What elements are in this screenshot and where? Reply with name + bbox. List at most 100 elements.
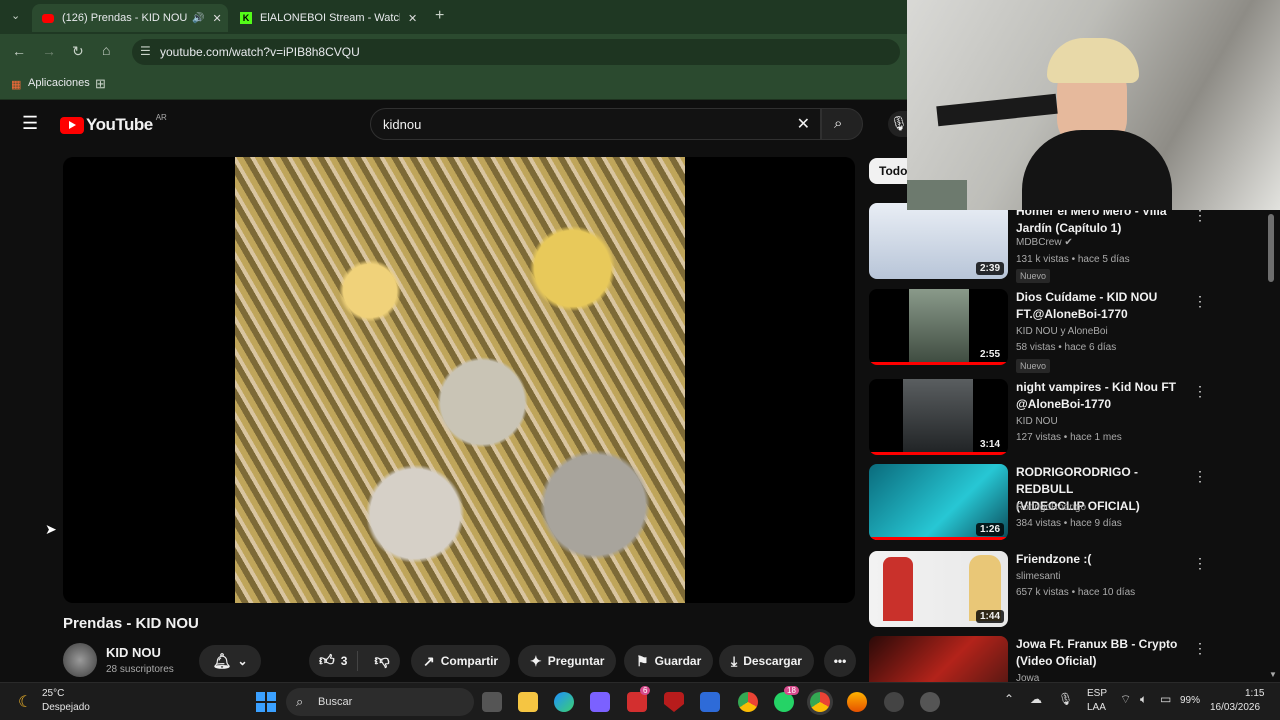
channel-name[interactable]: KID NOU bbox=[106, 645, 161, 660]
sparkle-icon: ✦ bbox=[530, 652, 542, 669]
video-meta: 384 vistas • hace 9 días bbox=[1016, 518, 1122, 529]
video-title[interactable]: Jowa Ft. Franux BB - Crypto (Video Oficia… bbox=[1016, 636, 1191, 670]
lang-layout[interactable]: LAA bbox=[1087, 702, 1106, 713]
webcam-overlay bbox=[907, 0, 1280, 210]
share-button[interactable]: ↗ Compartir bbox=[411, 645, 511, 677]
kebab-menu-icon[interactable]: ⋮ bbox=[1193, 555, 1207, 572]
ask-button[interactable]: ✦ Preguntar bbox=[518, 645, 617, 677]
search-input[interactable]: kidnou ✕ bbox=[370, 108, 821, 140]
windows-start-icon[interactable] bbox=[256, 692, 276, 712]
video-thumbnail[interactable]: 2:39 bbox=[869, 203, 1008, 279]
duration-badge: 2:55 bbox=[975, 348, 1004, 361]
reload-icon[interactable]: ↻ bbox=[72, 43, 84, 60]
channel-name[interactable]: MDBCrew ✔ bbox=[1016, 237, 1073, 248]
wifi-icon[interactable]: ⌔ bbox=[1120, 692, 1131, 707]
kebab-menu-icon[interactable]: ⋮ bbox=[1193, 293, 1207, 310]
video-title[interactable]: night vampires - Kid Nou FT @AloneBoi-177… bbox=[1016, 379, 1191, 413]
battery-icon[interactable]: ▭ bbox=[1160, 692, 1171, 706]
file-explorer-icon[interactable] bbox=[518, 692, 538, 712]
close-tab-icon[interactable]: ✕ bbox=[408, 12, 417, 25]
home-icon[interactable]: ⌂ bbox=[102, 42, 110, 58]
media-player-icon[interactable] bbox=[920, 692, 940, 712]
forward-icon[interactable]: → bbox=[42, 43, 56, 59]
channel-name[interactable]: RodrigoRodrigo bbox=[1016, 502, 1086, 513]
obs-icon[interactable] bbox=[884, 692, 904, 712]
recommendation-item[interactable]: 1:26 RODRIGORODRIGO - REDBULL (VIDEOCLIP … bbox=[869, 464, 1259, 544]
tab-groups-icon[interactable]: ⊞ bbox=[95, 76, 106, 92]
tab-prendas[interactable]: (126) Prendas - KID NOU - 🔊 ✕ bbox=[32, 4, 228, 32]
save-label: Guardar bbox=[654, 654, 702, 668]
thumbs-down-icon: 👎︎ bbox=[374, 652, 390, 669]
like-button[interactable]: 👍︎ 3 bbox=[309, 651, 359, 671]
video-thumbnail[interactable]: 1:44 bbox=[869, 551, 1008, 627]
close-tab-icon[interactable]: ✕ bbox=[212, 12, 221, 25]
chrome-active-icon[interactable] bbox=[810, 692, 830, 712]
search-button[interactable]: ⌕ bbox=[821, 108, 863, 140]
volume-icon[interactable]: 🔈︎ bbox=[1140, 692, 1147, 707]
clock-date[interactable]: 16/03/2026 bbox=[1210, 702, 1260, 713]
watch-progress-bar bbox=[869, 362, 1008, 365]
recommendation-item[interactable]: 1:44 Friendzone :( slimesanti 657 k vist… bbox=[869, 551, 1259, 631]
youtube-logo[interactable]: YouTube AR bbox=[60, 113, 167, 135]
site-info-icon[interactable]: ☰ bbox=[140, 44, 151, 58]
bookmark-apps[interactable]: Aplicaciones bbox=[28, 77, 90, 89]
save-button[interactable]: ⚑ Guardar bbox=[624, 645, 714, 677]
edge-icon[interactable] bbox=[554, 692, 574, 712]
clock-time[interactable]: 1:15 bbox=[1245, 688, 1264, 699]
new-tab-icon[interactable]: + bbox=[435, 7, 444, 25]
apps-grid-icon: ▦ bbox=[11, 79, 22, 91]
dislike-button[interactable]: 👎︎ bbox=[364, 652, 399, 670]
kebab-menu-icon[interactable]: ⋮ bbox=[1193, 383, 1207, 400]
video-thumbnail[interactable]: 2:55 bbox=[869, 289, 1008, 365]
sidebar-scrollbar[interactable] bbox=[1268, 214, 1274, 282]
room-object bbox=[907, 180, 967, 210]
lang-code[interactable]: ESP bbox=[1087, 688, 1107, 699]
channel-name[interactable]: KID NOU y AloneBoi bbox=[1016, 326, 1108, 337]
recommendation-item[interactable]: 2:55 Dios Cuídame - KID NOU FT.@AloneBoi-… bbox=[869, 289, 1259, 373]
channel-avatar[interactable] bbox=[63, 643, 97, 677]
recommendation-item[interactable]: 3:14 night vampires - Kid Nou FT @AloneBo… bbox=[869, 379, 1259, 459]
channel-name[interactable]: slimesanti bbox=[1016, 571, 1060, 582]
onedrive-icon[interactable]: ☁ bbox=[1030, 692, 1042, 706]
tab-search-icon[interactable]: ⌄ bbox=[11, 9, 20, 22]
download-button[interactable]: ⤓ Descargar bbox=[719, 645, 814, 677]
store-icon[interactable] bbox=[590, 692, 610, 712]
video-title[interactable]: Friendzone :( bbox=[1016, 551, 1191, 568]
bookmarks-bar: ▦ Aplicaciones ⊞ bbox=[0, 70, 907, 100]
tray-chevron-icon[interactable]: ⌃ bbox=[1004, 692, 1014, 706]
video-thumbnail[interactable]: 1:26 bbox=[869, 464, 1008, 540]
app-cube-icon[interactable] bbox=[700, 692, 720, 712]
watch-progress-bar bbox=[869, 537, 1008, 540]
weather-desc[interactable]: Despejado bbox=[42, 702, 90, 713]
notification-bell-button[interactable]: 🔔︎ ⌄ bbox=[199, 645, 261, 677]
scroll-down-arrow-icon[interactable]: ▼ bbox=[1269, 670, 1277, 679]
video-thumbnail[interactable]: 3:14 bbox=[869, 379, 1008, 455]
weather-temp[interactable]: 25°C bbox=[42, 688, 64, 699]
video-title[interactable]: Dios Cuídame - KID NOU FT.@AloneBoi-1770 bbox=[1016, 289, 1191, 323]
more-actions-button[interactable]: ••• bbox=[824, 645, 856, 677]
channel-name[interactable]: KID NOU bbox=[1016, 416, 1058, 427]
task-view-icon[interactable] bbox=[482, 692, 502, 712]
back-icon[interactable]: ← bbox=[12, 43, 26, 59]
video-thumbnail[interactable] bbox=[869, 636, 1008, 682]
like-count: 3 bbox=[340, 654, 348, 668]
channel-name[interactable]: Jowa bbox=[1016, 673, 1039, 682]
menu-icon[interactable]: ☰ bbox=[22, 113, 38, 134]
mic-tray-icon[interactable]: 🎙︎ bbox=[1058, 692, 1073, 706]
browser-alt-icon[interactable] bbox=[847, 692, 867, 712]
recommendation-item[interactable]: 2:39 Homer el Mero Mero - Villa Jardín (C… bbox=[869, 203, 1259, 283]
mail-app-icon[interactable]: 6 bbox=[627, 686, 651, 712]
mute-icon[interactable]: 🔊 bbox=[192, 13, 204, 24]
kebab-menu-icon[interactable]: ⋮ bbox=[1193, 468, 1207, 485]
taskbar-search[interactable]: ⌕ Buscar bbox=[286, 688, 474, 716]
video-player[interactable] bbox=[63, 157, 855, 603]
subscriber-count: 28 suscriptores bbox=[106, 664, 174, 675]
kebab-menu-icon[interactable]: ⋮ bbox=[1193, 640, 1207, 657]
recommendation-item[interactable]: Jowa Ft. Franux BB - Crypto (Video Oficia… bbox=[869, 636, 1259, 682]
antivirus-shield-icon[interactable] bbox=[664, 692, 684, 712]
chrome-icon[interactable] bbox=[738, 692, 758, 712]
tab-stream[interactable]: K ElALONEBOI Stream - Watch Li ✕ bbox=[232, 4, 428, 32]
whatsapp-icon[interactable]: 18 bbox=[774, 686, 799, 712]
url-field[interactable]: ☰ youtube.com/watch?v=iPIB8h8CVQU bbox=[132, 39, 900, 65]
clear-search-icon[interactable]: ✕ bbox=[797, 114, 810, 134]
